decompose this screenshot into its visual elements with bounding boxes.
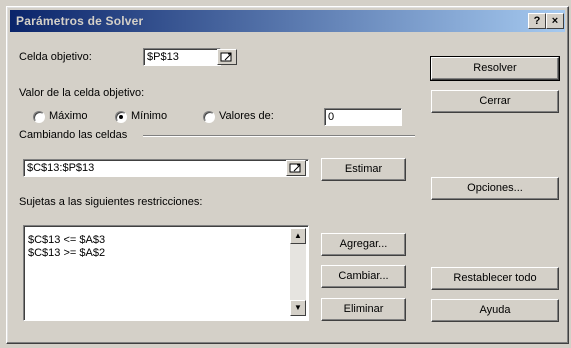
reset-all-button[interactable]: Restablecer todo bbox=[431, 267, 559, 290]
solver-dialog: Parámetros de Solver ? × Celda objetivo:… bbox=[6, 6, 569, 344]
range-select-icon bbox=[289, 163, 301, 173]
title-bar[interactable]: Parámetros de Solver ? × bbox=[10, 10, 565, 32]
constraints-scrollbar[interactable]: ▲ ▼ bbox=[290, 228, 306, 316]
range-select-icon bbox=[220, 52, 232, 62]
add-constraint-button[interactable]: Agregar... bbox=[321, 233, 406, 256]
help-title-button[interactable]: ? bbox=[528, 13, 546, 29]
target-cell-input[interactable]: $P$13 bbox=[143, 48, 221, 66]
options-button[interactable]: Opciones... bbox=[431, 177, 559, 200]
change-constraint-button[interactable]: Cambiar... bbox=[321, 265, 406, 288]
help-button[interactable]: Ayuda bbox=[431, 299, 559, 322]
radio-value-of-label[interactable]: Valores de: bbox=[219, 110, 274, 122]
estimate-button[interactable]: Estimar bbox=[321, 158, 406, 181]
target-ref-button[interactable] bbox=[217, 49, 237, 65]
scroll-down-arrow-icon[interactable]: ▼ bbox=[290, 300, 306, 316]
close-title-button[interactable]: × bbox=[546, 13, 564, 29]
radio-min[interactable] bbox=[115, 111, 127, 123]
constraint-item[interactable]: $C$13 <= $A$3 bbox=[28, 234, 105, 246]
target-cell-label: Celda objetivo: bbox=[19, 51, 92, 63]
radio-max[interactable] bbox=[33, 111, 45, 123]
close-button[interactable]: Cerrar bbox=[431, 90, 559, 113]
radio-value-of[interactable] bbox=[203, 111, 215, 123]
constraint-item[interactable]: $C$13 >= $A$2 bbox=[28, 247, 105, 259]
value-of-label: Valor de la celda objetivo: bbox=[19, 87, 145, 99]
solve-button[interactable]: Resolver bbox=[430, 56, 560, 81]
constraints-label: Sujetas a las siguientes restricciones: bbox=[19, 196, 203, 208]
radio-max-label[interactable]: Máximo bbox=[49, 110, 88, 122]
window-title: Parámetros de Solver bbox=[16, 14, 144, 28]
radio-min-label[interactable]: Mínimo bbox=[131, 110, 167, 122]
changing-ref-button[interactable] bbox=[286, 160, 306, 176]
changing-cells-label: Cambiando las celdas bbox=[19, 129, 128, 141]
value-of-input[interactable]: 0 bbox=[324, 108, 402, 126]
scroll-up-arrow-icon[interactable]: ▲ bbox=[290, 228, 306, 244]
changing-cells-input[interactable]: $C$13:$P$13 bbox=[23, 159, 309, 177]
delete-constraint-button[interactable]: Eliminar bbox=[321, 298, 406, 321]
constraints-list[interactable]: $C$13 <= $A$3 $C$13 >= $A$2 ▲ ▼ bbox=[23, 225, 309, 321]
group-divider bbox=[143, 135, 415, 137]
